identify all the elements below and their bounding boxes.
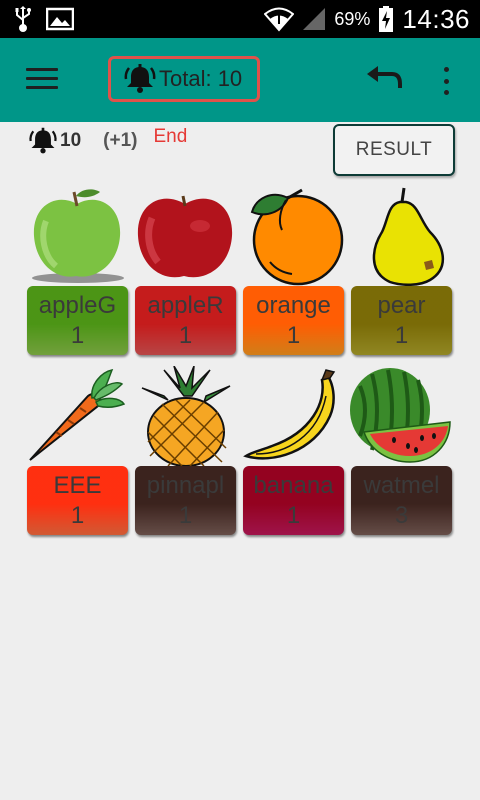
total-counter[interactable]: Total: 10 [108,56,260,102]
item-name: orange [256,291,331,319]
fruit-grid: appleG 1 appleR 1 orange 1 pear 1 EEE 1 … [26,186,458,536]
item-cell: pinnapl 1 [134,366,236,536]
item-count: 1 [286,321,301,349]
app-bar: Total: 10 [0,38,480,122]
item-count: 1 [394,321,409,349]
item-cell: appleR 1 [134,186,236,356]
banana-icon[interactable] [242,366,344,466]
undo-icon [367,66,402,88]
wifi-icon [264,7,295,32]
item-name: pear [377,291,426,319]
more-options-button[interactable] [432,64,460,98]
item-card[interactable]: pear 1 [351,286,452,355]
bell-icon [29,127,57,154]
carrot-icon[interactable] [26,366,128,466]
item-name: watmel [363,471,440,499]
menu-button[interactable] [26,68,58,92]
status-bar: 69% 14:36 [0,0,480,38]
item-count: 1 [178,501,193,529]
item-name: banana [253,471,334,499]
undo-button[interactable] [364,62,404,98]
clock: 14:36 [402,3,470,34]
item-name: EEE [53,471,102,499]
total-label: Total: 10 [159,66,243,91]
item-card[interactable]: appleG 1 [27,286,128,355]
bell-count: 10 [60,130,82,151]
item-name: pinnapl [146,471,225,499]
item-card[interactable]: appleR 1 [135,286,236,355]
item-cell: appleG 1 [26,186,128,356]
item-cell: EEE 1 [26,366,128,536]
pineapple-icon[interactable] [134,366,236,466]
more-vert-icon [443,67,449,72]
menu-icon [26,68,58,89]
orange-icon[interactable] [242,186,344,286]
image-icon [46,7,74,31]
watermelon-icon[interactable] [350,366,452,466]
end-link[interactable]: End [153,126,187,148]
result-button[interactable]: RESULT [333,124,455,176]
item-cell: watmel 3 [350,366,452,536]
item-card[interactable]: banana 1 [243,466,344,535]
item-card[interactable]: watmel 3 [351,466,452,535]
item-card[interactable]: orange 1 [243,286,344,355]
info-row: 10 (+1) End [28,126,187,156]
battery-charging-icon [379,6,394,32]
signal-icon [303,8,326,30]
item-count: 1 [70,321,85,349]
green-apple-icon[interactable] [26,186,128,286]
bell-icon [124,64,156,93]
item-card[interactable]: EEE 1 [27,466,128,535]
red-apple-icon[interactable] [134,186,236,286]
battery-percent: 69% [334,8,371,29]
pear-icon[interactable] [350,186,452,286]
usb-icon [15,6,31,32]
item-count: 3 [394,501,409,529]
item-cell: pear 1 [350,186,452,356]
item-card[interactable]: pinnapl 1 [135,466,236,535]
item-name: appleG [38,291,117,319]
item-count: 1 [70,501,85,529]
item-count: 1 [286,501,301,529]
item-name: appleR [147,291,224,319]
item-cell: banana 1 [242,366,344,536]
item-cell: orange 1 [242,186,344,356]
item-count: 1 [178,321,193,349]
delta-label: (+1) [103,130,138,151]
